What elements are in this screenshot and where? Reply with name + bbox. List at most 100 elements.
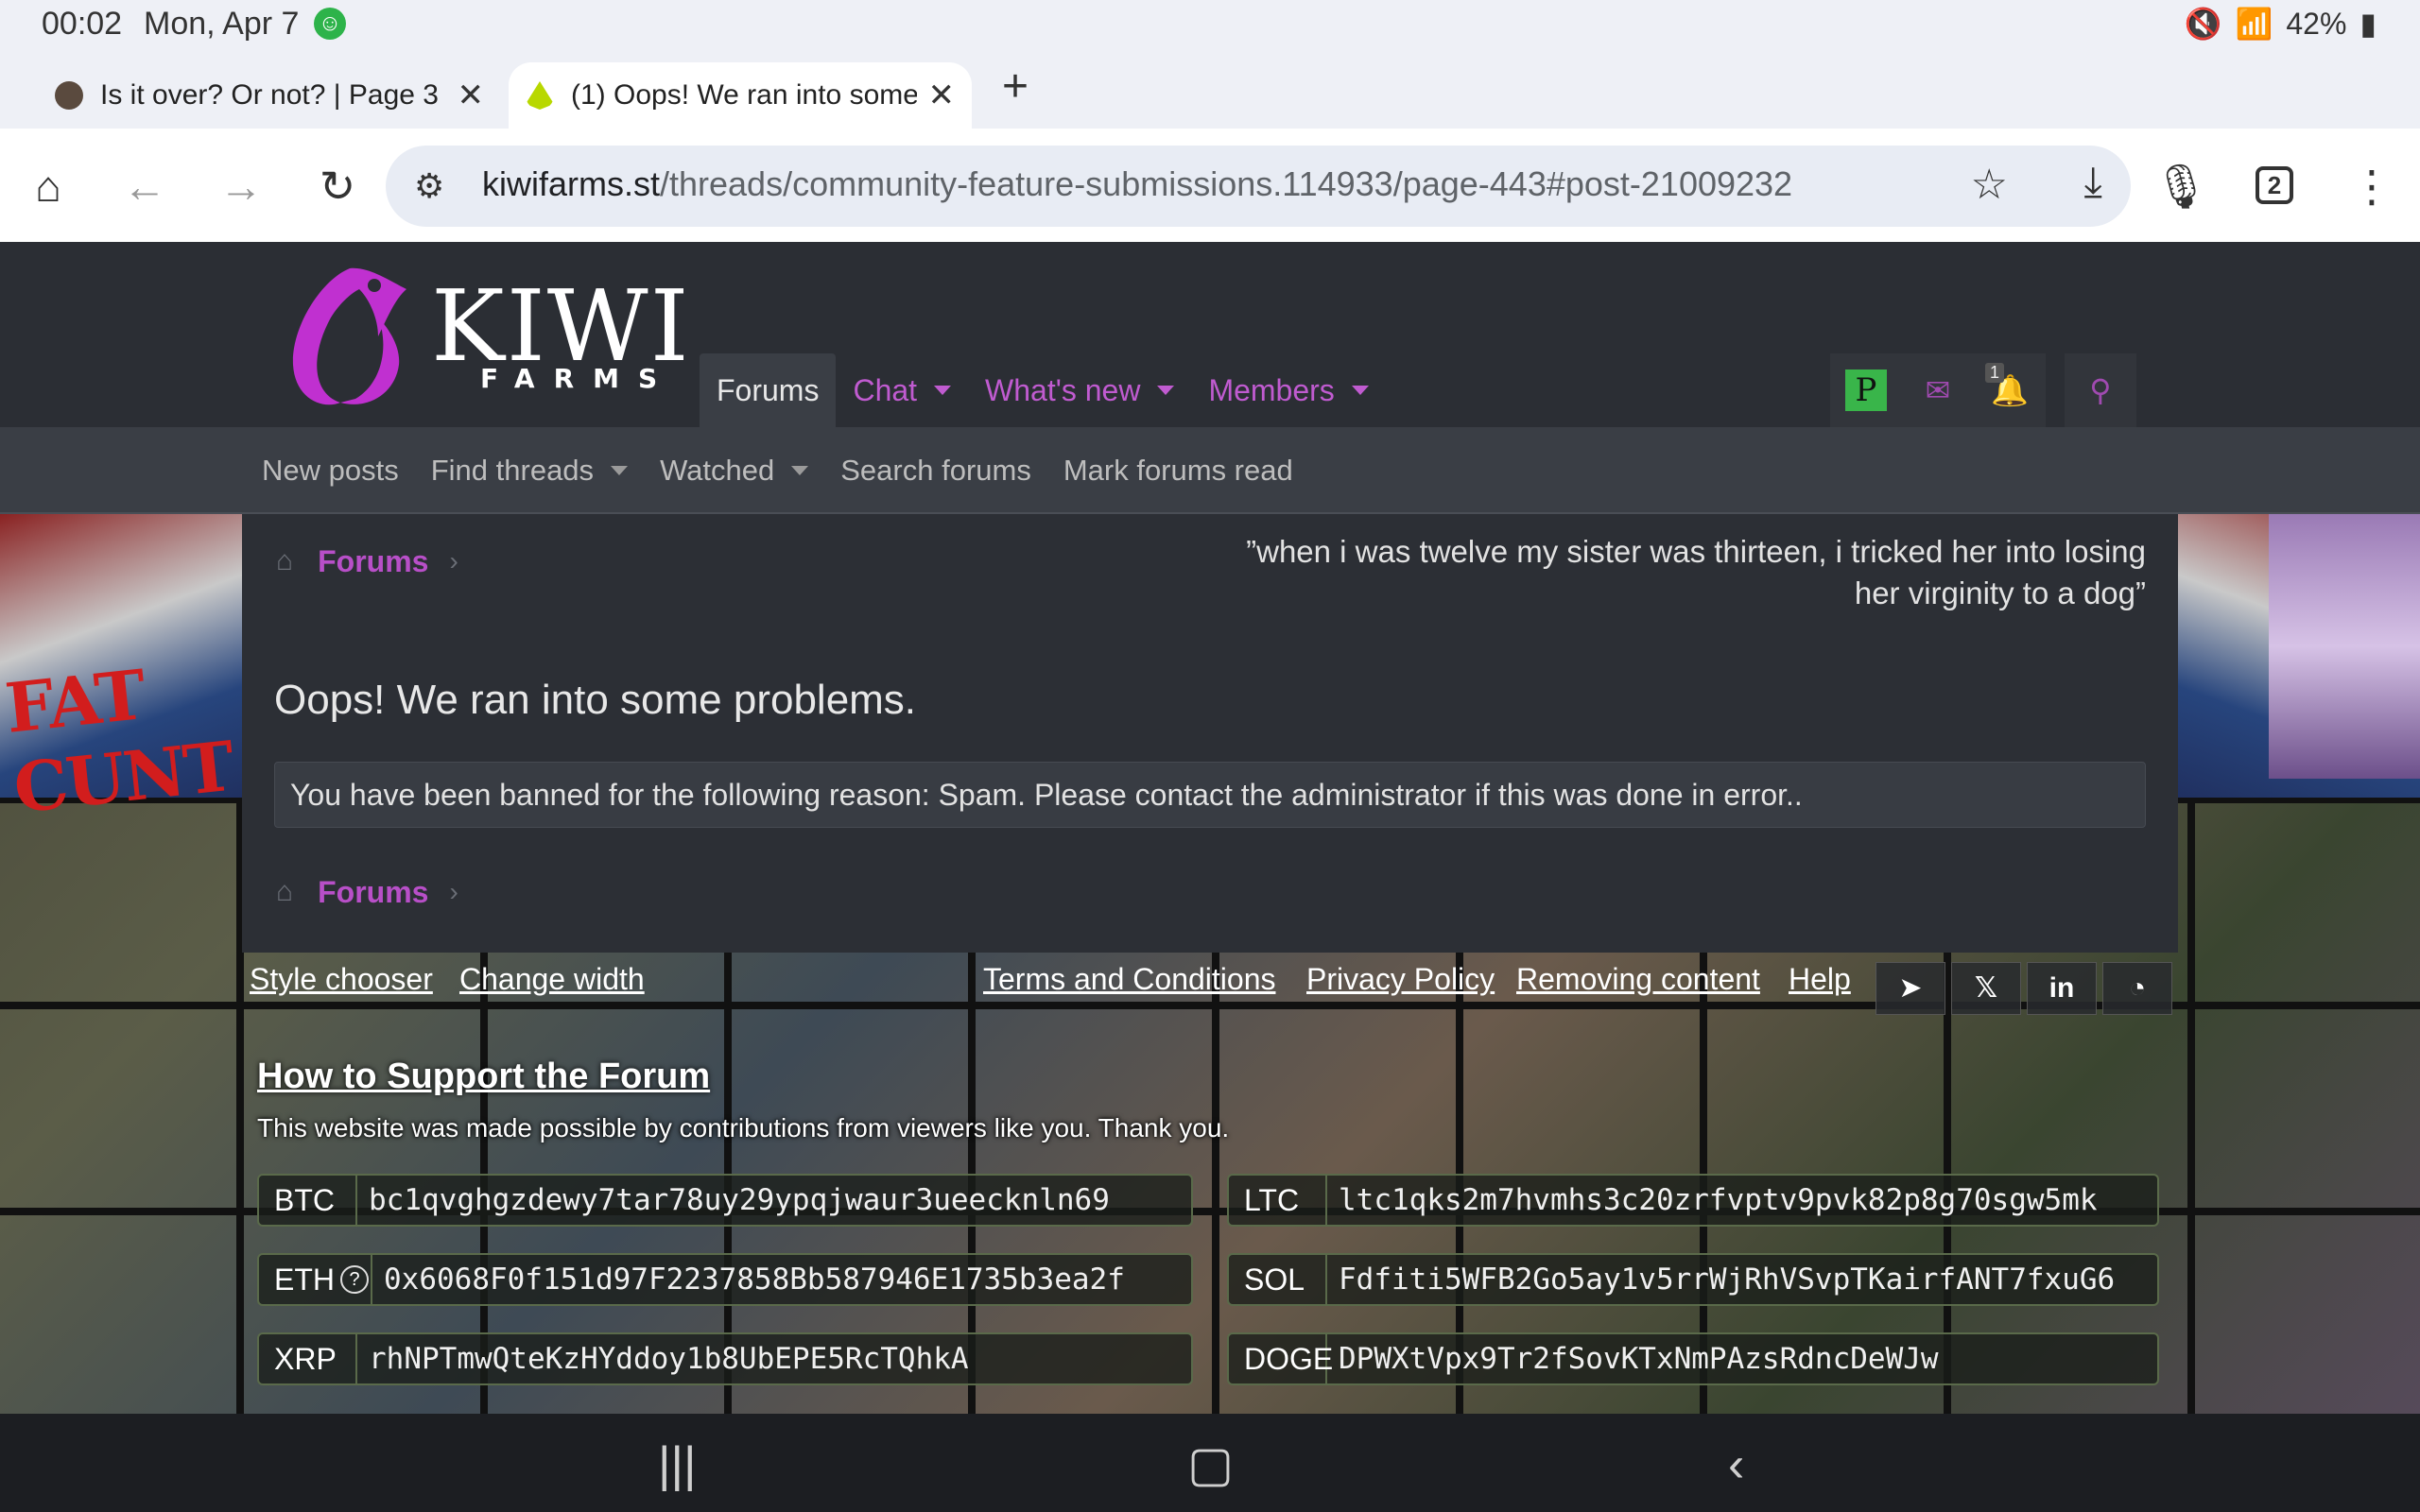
subnav-new-posts[interactable]: New posts (246, 454, 415, 488)
support-title[interactable]: How to Support the Forum (257, 1057, 710, 1097)
bookmark-star-icon[interactable]: ☆ (1971, 161, 2008, 209)
removing-content-link[interactable]: Removing content (1516, 962, 1760, 997)
nav-label: Chat (853, 373, 918, 407)
chevron-down-icon[interactable] (1351, 386, 1369, 395)
home-icon[interactable]: ⌂ (276, 876, 293, 908)
crypto-symbol: BTC (259, 1176, 357, 1225)
breadcrumb-forums[interactable]: Forums (318, 544, 428, 579)
chevron-down-icon[interactable] (791, 466, 809, 475)
crypto-address[interactable]: DPWXtVpx9Tr2fSovKTxNmPAzsRdncDeWJw (1327, 1342, 1939, 1376)
alerts-bell-icon[interactable]: 1 🔔 (1974, 353, 2046, 427)
microphone-icon[interactable]: 🎙 (2153, 161, 2208, 212)
account-avatar[interactable]: P (1830, 353, 1902, 427)
telegram-icon[interactable]: ➤ (1876, 962, 1945, 1015)
close-tab-icon[interactable]: ✕ (458, 77, 485, 114)
crypto-address-xrp[interactable]: XRP rhNPTmwQteKzHYddoy1b8UbEPE5RcTQhkA (257, 1332, 1193, 1385)
style-chooser-link[interactable]: Style chooser (250, 962, 433, 997)
tab-title: Is it over? Or not? | Page 3 | s (100, 79, 446, 111)
close-tab-icon[interactable]: ✕ (928, 77, 956, 114)
web-page: FAT CUNT KIWI FARMS Forums Chat What's n… (0, 242, 2420, 1414)
nav-label: What's new (985, 373, 1141, 407)
page-title: Oops! We ran into some problems. (274, 677, 917, 723)
home-icon[interactable]: ⌂ (23, 161, 74, 212)
crypto-address-eth[interactable]: ETH? 0x6068F0f151d97F2237858Bb587946E173… (257, 1253, 1193, 1306)
crypto-address-sol[interactable]: SOL Fdfiti5WFB2Go5ay1v5rrWjRhVSvpTKairfA… (1227, 1253, 2159, 1306)
crypto-address[interactable]: Fdfiti5WFB2Go5ay1v5rrWjRhVSvpTKairfANT7f… (1327, 1263, 2115, 1297)
nav-members[interactable]: Members (1191, 353, 1385, 427)
forward-arrow-icon[interactable]: → (216, 161, 267, 212)
browser-toolbar: ⌂ ← → ↻ ⚙ kiwifarms.st/threads/community… (0, 129, 2420, 242)
crypto-symbol: SOL (1229, 1255, 1327, 1304)
logo-subtitle: FARMS (480, 363, 677, 394)
crypto-address-ltc[interactable]: LTC ltc1qks2m7hvmhs3c20zrfvptv9pvk82p8g7… (1227, 1174, 2159, 1227)
kiwi-logo-icon[interactable] (284, 261, 412, 412)
footer-links: Style chooser Change width Terms and Con… (248, 962, 2138, 1019)
back-arrow-icon[interactable]: ← (119, 161, 170, 212)
reload-icon[interactable]: ↻ (312, 161, 363, 212)
chevron-down-icon[interactable] (611, 466, 629, 475)
nav-whats-new[interactable]: What's new (968, 353, 1191, 427)
crypto-address-doge[interactable]: DOGE DPWXtVpx9Tr2fSovKTxNmPAzsRdncDeWJw (1227, 1332, 2159, 1385)
help-question-icon[interactable]: ? (340, 1265, 369, 1294)
main-content: ⌂ Forums › ”when i was twelve my sister … (242, 514, 2178, 953)
crypto-address[interactable]: rhNPTmwQteKzHYddoy1b8UbEPE5RcTQhkA (357, 1342, 969, 1376)
crypto-symbol-wrap: ETH? (259, 1255, 372, 1304)
browser-tab-2-active[interactable]: (1) Oops! We ran into some p ✕ (509, 62, 972, 129)
nav-forums[interactable]: Forums (700, 353, 837, 427)
home-icon[interactable]: ⌂ (276, 545, 293, 577)
chevron-down-icon[interactable] (1157, 386, 1175, 395)
tab-title: (1) Oops! We ran into some p (571, 79, 917, 111)
status-date: Mon, Apr 7 (144, 6, 300, 42)
url-host: kiwifarms.st (482, 164, 660, 203)
crypto-address[interactable]: bc1qvghgzdewy7tar78uy29ypqjwaur3ueecknln… (357, 1183, 1110, 1217)
crypto-symbol: LTC (1229, 1176, 1327, 1225)
nav-chat[interactable]: Chat (836, 353, 968, 427)
kebab-menu-icon[interactable]: ⋮ (2346, 161, 2397, 212)
change-width-link[interactable]: Change width (459, 962, 645, 997)
subnav-search-forums[interactable]: Search forums (824, 454, 1047, 488)
crypto-address[interactable]: 0x6068F0f151d97F2237858Bb587946E1735b3ea… (372, 1263, 1125, 1297)
privacy-link[interactable]: Privacy Policy (1306, 962, 1495, 997)
chevron-right-icon: › (449, 877, 458, 906)
recent-apps-icon[interactable]: ||| (658, 1436, 697, 1493)
terms-link[interactable]: Terms and Conditions (983, 962, 1275, 997)
site-header: KIWI FARMS Forums Chat What's new Member… (0, 242, 2420, 427)
breadcrumb: ⌂ Forums › (276, 542, 458, 580)
subnav-label: New posts (262, 454, 399, 487)
chevron-down-icon[interactable] (934, 386, 952, 395)
subnav-find-threads[interactable]: Find threads (415, 454, 644, 488)
download-icon[interactable]: ⤓ (2084, 159, 2102, 206)
url-path: /threads/community-feature-submissions.1… (660, 164, 1793, 203)
x-icon[interactable]: 𝕏 (1951, 962, 2021, 1015)
crypto-symbol: ETH (274, 1262, 335, 1297)
help-link[interactable]: Help (1789, 962, 1851, 997)
user-tools: P ✉ 1 🔔 ⚲ (1830, 353, 2136, 427)
subnav-watched[interactable]: Watched (644, 454, 824, 488)
url-text[interactable]: kiwifarms.st/threads/community-feature-s… (482, 164, 1792, 204)
rss-icon[interactable]: ◔ (2102, 962, 2172, 1015)
browser-tab-1[interactable]: Is it over? Or not? | Page 3 | s ✕ (38, 62, 501, 129)
social-links: ➤ 𝕏 in ◔ (1876, 962, 2172, 1015)
breadcrumb-forums[interactable]: Forums (318, 875, 428, 910)
chevron-right-icon: › (449, 546, 458, 576)
crypto-address[interactable]: ltc1qks2m7hvmhs3c20zrfvptv9pvk82p8g70sgw… (1327, 1183, 2098, 1217)
background-art-right-panel (2269, 514, 2420, 779)
subnav-label: Find threads (430, 454, 595, 487)
quote-line-1: ”when i was twelve my sister was thirtee… (1246, 534, 2146, 569)
main-nav: Forums Chat What's new Members (700, 353, 1386, 427)
tab-switcher-button[interactable]: 2 (2256, 166, 2293, 204)
address-bar[interactable]: ⚙ kiwifarms.st/threads/community-feature… (386, 146, 2131, 227)
random-quote: ”when i was twelve my sister was thirtee… (1201, 531, 2146, 614)
site-settings-icon[interactable]: ⚙ (414, 166, 444, 206)
subnav-mark-forums-read[interactable]: Mark forums read (1047, 454, 1309, 488)
back-button-icon[interactable]: ‹ (1728, 1436, 1744, 1493)
search-icon[interactable]: ⚲ (2065, 353, 2136, 427)
new-tab-icon[interactable]: + (1002, 60, 1028, 112)
linkedin-icon[interactable]: in (2027, 962, 2097, 1015)
ban-message: You have been banned for the following r… (274, 762, 2146, 828)
subnav-label: Search forums (840, 454, 1031, 487)
crypto-address-btc[interactable]: BTC bc1qvghgzdewy7tar78uy29ypqjwaur3ueec… (257, 1174, 1193, 1227)
home-button-icon[interactable]: ▢ (1187, 1436, 1234, 1493)
inbox-envelope-icon[interactable]: ✉ (1902, 353, 1974, 427)
subnav-label: Watched (660, 454, 775, 487)
